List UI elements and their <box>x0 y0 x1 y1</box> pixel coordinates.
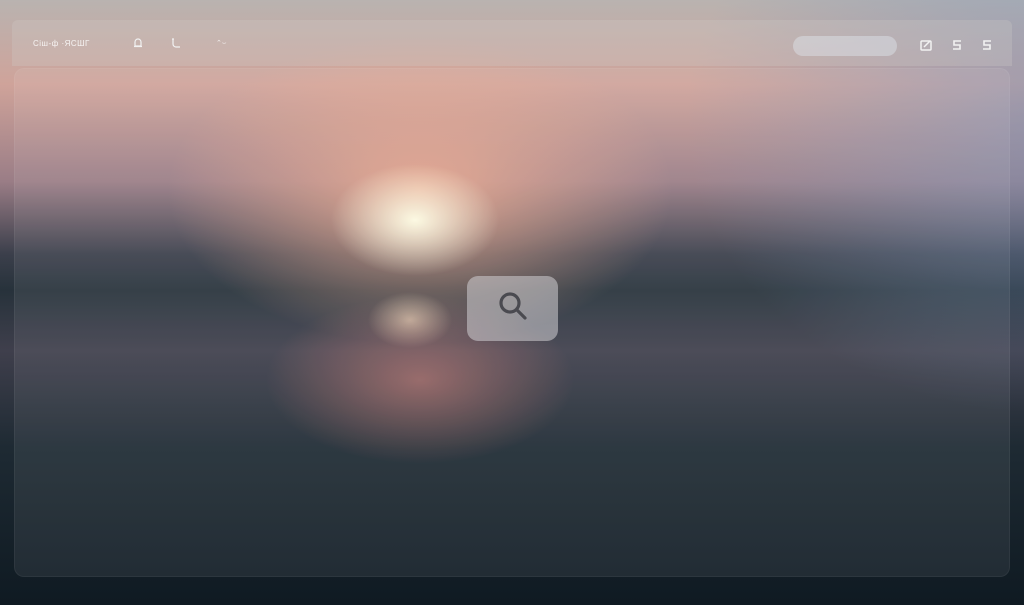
bell-icon[interactable] <box>131 36 145 50</box>
top-bar: Ciш-ф ·ЯСШГ ⌃⌣ <box>12 20 1012 66</box>
main-panel <box>14 68 1010 577</box>
s-icon[interactable] <box>949 37 965 53</box>
search-button[interactable] <box>467 276 558 341</box>
search-input[interactable] <box>793 36 897 56</box>
app-brand: Ciш-ф ·ЯСШГ <box>33 39 90 48</box>
edit-icon[interactable] <box>918 37 934 53</box>
search-icon <box>494 287 532 330</box>
nav-link[interactable]: ⌃⌣ <box>216 39 226 48</box>
phone-icon[interactable] <box>169 36 183 50</box>
s-icon[interactable] <box>979 37 995 53</box>
